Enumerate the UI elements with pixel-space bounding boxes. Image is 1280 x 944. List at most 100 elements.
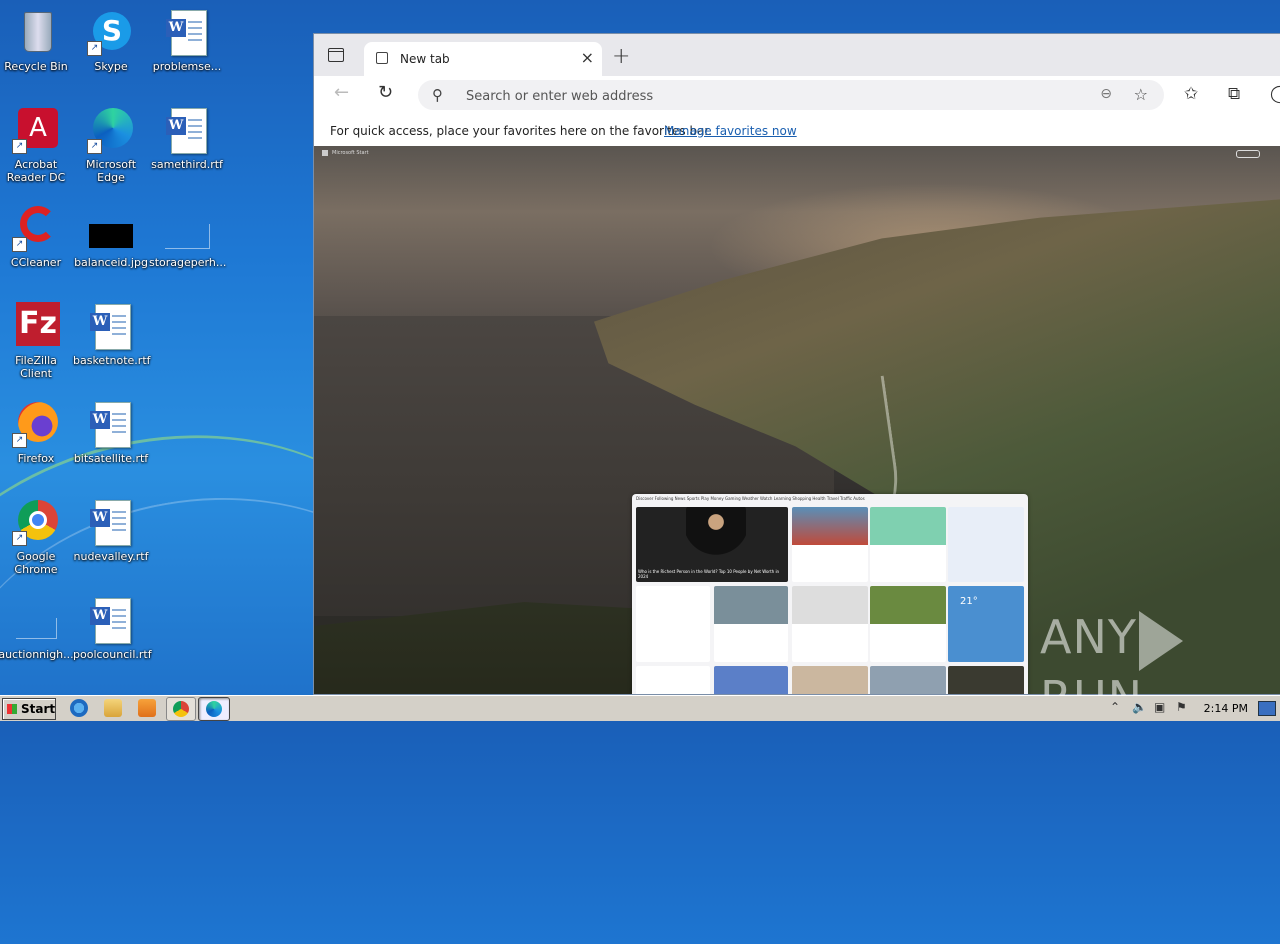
refresh-icon[interactable]: ↻ bbox=[378, 82, 393, 103]
desktop-icon-label: basketnote.rtf bbox=[73, 354, 151, 367]
desktop-icon-filezilla[interactable]: Fz FileZilla Client bbox=[0, 296, 74, 380]
feed-card[interactable] bbox=[714, 586, 788, 662]
news-feed: Discover Following News Sports Play Mone… bbox=[632, 494, 1028, 694]
desktop-icon-label: Firefox bbox=[17, 452, 55, 465]
desktop-icon-problemse[interactable]: W problemse... bbox=[149, 2, 225, 73]
desktop-icon-label: nudevalley.rtf bbox=[73, 550, 149, 563]
desktop-icon-storageperh[interactable]: storageperh... bbox=[149, 198, 227, 269]
desktop-icon-skype[interactable]: S ↗ Skype bbox=[73, 2, 149, 73]
file-explorer-icon[interactable] bbox=[104, 699, 122, 717]
blank-file-icon bbox=[163, 204, 211, 252]
desktop-icon-label: balanceid.jpg bbox=[74, 256, 148, 269]
page-settings-icon[interactable] bbox=[1236, 150, 1260, 158]
desktop-icon-auctionnigh[interactable]: auctionnigh... bbox=[0, 590, 74, 661]
desktop-icon-basketnote[interactable]: W basketnote.rtf bbox=[73, 296, 151, 367]
feed-card[interactable] bbox=[714, 666, 788, 694]
search-icon: ⚲ bbox=[432, 86, 443, 104]
show-hidden-icons-icon[interactable]: ⌃ bbox=[1110, 700, 1120, 714]
desktop-icon-label: Skype bbox=[94, 60, 128, 73]
desktop-icon-label: CCleaner bbox=[10, 256, 62, 269]
manage-favorites-link[interactable]: Manage favorites now bbox=[664, 124, 797, 138]
tab-title: New tab bbox=[400, 52, 450, 66]
feed-card-markets[interactable] bbox=[948, 507, 1024, 582]
filezilla-icon: Fz bbox=[12, 302, 60, 350]
tab-new-tab[interactable]: New tab × bbox=[364, 42, 602, 76]
collections-icon[interactable]: ⧉ bbox=[1228, 84, 1240, 104]
desktop-icon-ccleaner[interactable]: ↗ CCleaner bbox=[0, 198, 74, 269]
tab-actions-icon[interactable] bbox=[328, 48, 344, 62]
back-arrow-icon[interactable]: ← bbox=[334, 82, 349, 103]
desktop-icon-label: Recycle Bin bbox=[4, 60, 68, 73]
profile-icon[interactable]: ◯ bbox=[1270, 84, 1280, 104]
system-tray: ⌃ 🔈 ▣ ⚑ 2:14 PM bbox=[1102, 697, 1280, 719]
feed-card[interactable] bbox=[870, 586, 946, 662]
feed-card[interactable] bbox=[870, 666, 946, 694]
desktop-icon-label: storageperh... bbox=[149, 256, 227, 269]
desktop-icon-edge[interactable]: ↗ Microsoft Edge bbox=[73, 100, 149, 184]
feed-card[interactable] bbox=[792, 586, 868, 662]
desktop-icon-label: Acrobat Reader DC bbox=[6, 158, 66, 184]
volume-icon[interactable]: 🔈 bbox=[1132, 700, 1147, 714]
word-doc-icon: W bbox=[87, 400, 135, 448]
feed-card[interactable] bbox=[870, 507, 946, 582]
start-label: Start bbox=[21, 702, 56, 716]
feed-headline-text: Who is the Richest Person in the World? … bbox=[638, 569, 780, 579]
word-doc-icon: W bbox=[163, 106, 211, 154]
media-player-icon[interactable] bbox=[138, 699, 156, 717]
weather-temperature: 21° bbox=[960, 596, 978, 607]
desktop-icon-samethird[interactable]: W samethird.rtf bbox=[149, 100, 225, 171]
edge-icon: ↗ bbox=[87, 106, 135, 154]
network-icon[interactable]: ▣ bbox=[1154, 700, 1165, 714]
desktop-icon-firefox[interactable]: ↗ Firefox bbox=[0, 394, 74, 465]
feed-card-weather[interactable]: 21° bbox=[948, 586, 1024, 662]
desktop-icon-label: bitsatellite.rtf bbox=[73, 452, 149, 465]
feed-card[interactable] bbox=[792, 666, 868, 694]
feed-card-headline[interactable]: Who is the Richest Person in the World? … bbox=[636, 507, 788, 582]
favorites-bar-message: For quick access, place your favorites h… bbox=[330, 124, 713, 138]
zoom-out-icon[interactable]: ⊖ bbox=[1100, 86, 1112, 102]
feed-nav-tabs[interactable]: Discover Following News Sports Play Mone… bbox=[636, 496, 1024, 506]
recycle-bin-icon bbox=[12, 8, 60, 56]
favorites-icon[interactable]: ✩ bbox=[1184, 84, 1198, 104]
feed-card-suggestions[interactable] bbox=[636, 586, 710, 662]
desktop-icon-label: Google Chrome bbox=[14, 550, 58, 576]
feed-card[interactable] bbox=[792, 507, 868, 582]
desktop-icon-poolcouncil[interactable]: W poolcouncil.rtf bbox=[73, 590, 152, 661]
acrobat-icon: A ↗ bbox=[12, 106, 60, 154]
navigation-toolbar: ← ↻ ⚲ ⊖ ☆ ✩ ⧉ ◯ bbox=[314, 76, 1280, 116]
start-button[interactable]: Start bbox=[2, 698, 56, 720]
tab-strip: New tab × + bbox=[314, 34, 1280, 76]
watermark-text-left: ANY bbox=[1040, 610, 1137, 664]
microsoft-start-logo[interactable]: Microsoft Start bbox=[332, 150, 369, 156]
chrome-taskbar-button[interactable] bbox=[166, 697, 196, 721]
feed-card[interactable] bbox=[636, 666, 710, 694]
new-tab-button[interactable]: + bbox=[612, 44, 630, 69]
taskbar: Start ⌃ 🔈 ▣ ⚑ 2:14 PM bbox=[0, 695, 1280, 721]
favorites-bar: For quick access, place your favorites h… bbox=[314, 116, 1280, 147]
show-desktop-button[interactable] bbox=[1258, 701, 1276, 716]
word-doc-icon: W bbox=[87, 596, 135, 644]
close-tab-icon[interactable]: × bbox=[581, 48, 594, 67]
word-doc-icon: W bbox=[163, 8, 211, 56]
add-favorite-star-icon[interactable]: ☆ bbox=[1134, 85, 1148, 104]
desktop-icon-acrobat[interactable]: A ↗ Acrobat Reader DC bbox=[0, 100, 74, 184]
action-center-flag-icon[interactable]: ⚑ bbox=[1176, 700, 1187, 714]
desktop-icon-nudevalley[interactable]: W nudevalley.rtf bbox=[73, 492, 149, 563]
desktop-icon-label: Microsoft Edge bbox=[85, 158, 137, 184]
internet-explorer-icon[interactable] bbox=[70, 699, 88, 717]
address-bar[interactable]: ⚲ ⊖ ☆ bbox=[418, 80, 1164, 110]
play-icon bbox=[1138, 610, 1183, 671]
desktop-icon-chrome[interactable]: ↗ Google Chrome bbox=[0, 492, 74, 576]
desktop-icon-bitsatellite[interactable]: W bitsatellite.rtf bbox=[73, 394, 149, 465]
edge-taskbar-button[interactable] bbox=[198, 697, 230, 721]
feed-card[interactable] bbox=[948, 666, 1024, 694]
desktop-icon-recycle-bin[interactable]: Recycle Bin bbox=[0, 2, 74, 73]
address-input[interactable] bbox=[464, 85, 1068, 107]
word-doc-icon: W bbox=[87, 498, 135, 546]
desktop-icon-label: poolcouncil.rtf bbox=[73, 648, 152, 661]
clock[interactable]: 2:14 PM bbox=[1204, 702, 1248, 715]
chrome-icon: ↗ bbox=[12, 498, 60, 546]
desktop-icon-balanceid[interactable]: balanceid.jpg bbox=[73, 198, 149, 269]
desktop-icon-label: problemse... bbox=[152, 60, 222, 73]
word-doc-icon: W bbox=[87, 302, 135, 350]
